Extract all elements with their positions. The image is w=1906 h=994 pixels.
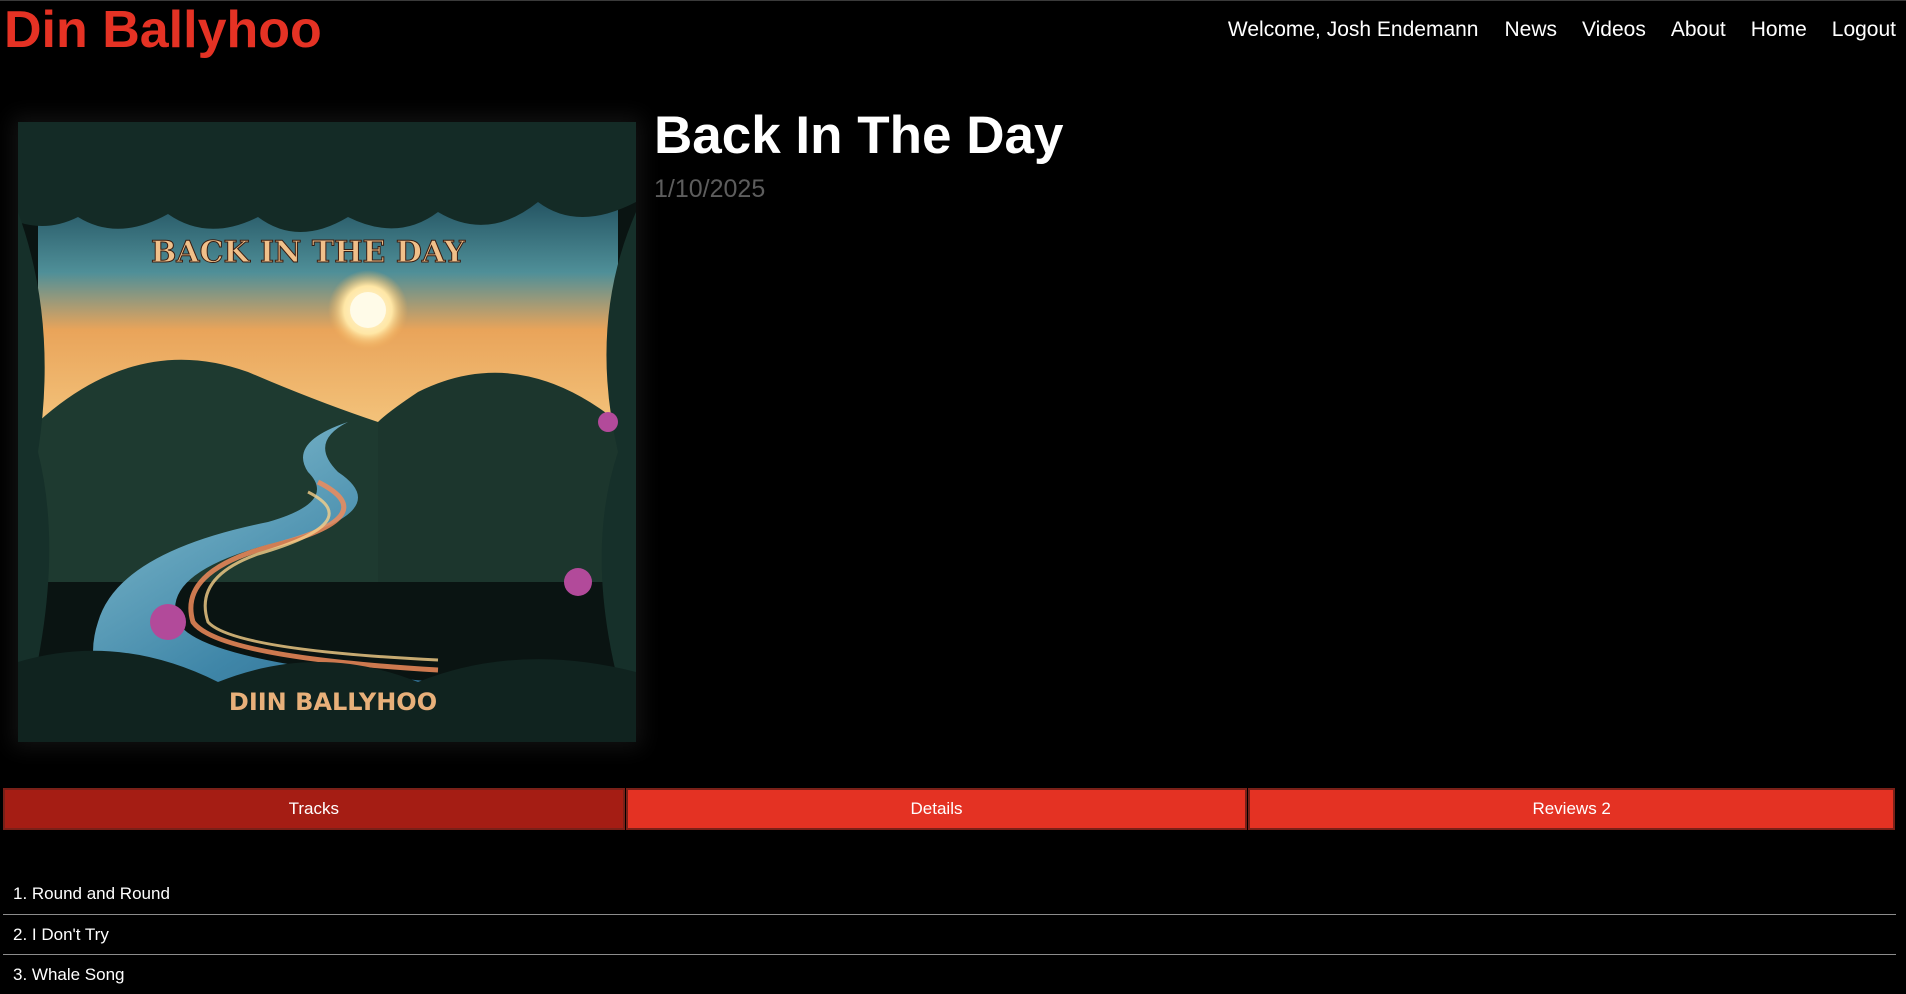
track-list: 1. Round and Round 2. I Don't Try 3. Wha… <box>3 874 1896 994</box>
welcome-message: Welcome, Josh Endemann <box>1227 18 1479 41</box>
track-item[interactable]: 1. Round and Round <box>3 874 1896 914</box>
release-date: 1/10/2025 <box>654 175 766 203</box>
album-tabs: Tracks Details Reviews 2 <box>3 788 1895 830</box>
top-nav: Welcome, Josh Endemann News Videos About… <box>1228 14 1906 46</box>
cover-artist-text: DIIN BALLYHOO <box>229 688 437 716</box>
cover-title-text: BACK IN THE DAY <box>151 235 466 270</box>
tab-reviews[interactable]: Reviews 2 <box>1248 788 1895 830</box>
site-logo[interactable]: Din Ballyhoo <box>4 2 322 58</box>
album-cover-image: BACK IN THE DAY DIIN BALLYHOO <box>18 122 636 742</box>
nav-news[interactable]: News <box>1504 14 1557 46</box>
tab-tracks[interactable]: Tracks <box>3 788 625 830</box>
nav-home[interactable]: Home <box>1751 14 1807 46</box>
nav-videos[interactable]: Videos <box>1582 14 1646 46</box>
album-title: Back In The Day <box>654 106 1064 165</box>
track-item[interactable]: 3. Whale Song <box>3 954 1896 994</box>
track-item[interactable]: 2. I Don't Try <box>3 914 1896 954</box>
tab-details[interactable]: Details <box>625 788 1248 830</box>
nav-about[interactable]: About <box>1671 14 1726 46</box>
nav-logout[interactable]: Logout <box>1832 14 1896 46</box>
